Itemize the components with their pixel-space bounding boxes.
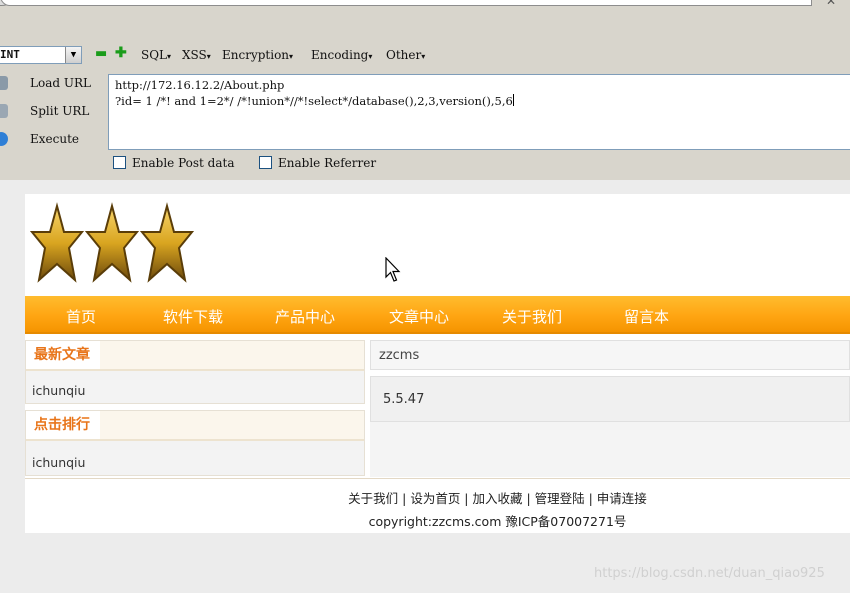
nav-about[interactable]: 关于我们: [502, 306, 562, 327]
content-filler: [370, 422, 850, 477]
version-box: 5.5.47: [370, 376, 850, 422]
mouse-cursor-icon: [385, 257, 401, 282]
other-menu-label: Other: [386, 48, 422, 62]
browser-chrome: ✕ INT ▼ ▬ ✚ SQL▾ XSS▾ Encryption▾ Encodi…: [0, 0, 850, 180]
xss-menu-label: XSS: [182, 48, 207, 62]
execute-icon: [0, 132, 8, 146]
main-nav: 首页 软件下载 产品中心 文章中心 关于我们 留言本: [25, 296, 850, 334]
nav-articles[interactable]: 文章中心: [389, 306, 449, 327]
encryption-menu-label: Encryption: [222, 48, 290, 62]
nav-home[interactable]: 首页: [66, 306, 96, 327]
url-line-1: http://172.16.12.2/About.php: [115, 78, 285, 92]
nav-products[interactable]: 产品中心: [275, 306, 335, 327]
latest-articles-title: 最新文章: [26, 341, 100, 369]
referrer-checkbox-box[interactable]: [259, 156, 272, 169]
address-bar[interactable]: [0, 0, 812, 6]
other-menu[interactable]: Other▾: [386, 48, 425, 62]
top-clicks-box: 点击排行 ichunqiu: [25, 410, 365, 476]
database-name-box: zzcms: [370, 340, 850, 370]
latest-articles-box: 最新文章 ichunqiu: [25, 340, 365, 404]
window-controls[interactable]: ✕: [826, 0, 836, 8]
star-icon: [139, 202, 195, 283]
encoding-menu-label: Encoding: [311, 48, 369, 62]
encryption-menu[interactable]: Encryption▾: [222, 48, 293, 62]
load-url-icon: [0, 76, 8, 90]
hackbar-toolbar: INT ▼ ▬ ✚ SQL▾ XSS▾ Encryption▾ Encoding…: [0, 44, 850, 66]
execute-label: Execute: [30, 132, 80, 146]
url-line-2: ?id= 1 /*! and 1=2*/ /*!union*//*!select…: [115, 94, 513, 108]
encoding-menu[interactable]: Encoding▾: [311, 48, 372, 62]
site-logo: [29, 202, 195, 283]
nav-downloads[interactable]: 软件下载: [163, 306, 223, 327]
database-version: 5.5.47: [383, 392, 425, 407]
sidebar: 最新文章 ichunqiu 点击排行 ichunqiu: [25, 340, 365, 476]
star-icon: [29, 202, 85, 283]
latest-articles-header: 最新文章: [26, 341, 364, 371]
watermark: https://blog.csdn.net/duan_qiao925: [594, 566, 825, 581]
text-caret: [512, 94, 514, 106]
xss-menu[interactable]: XSS▾: [182, 48, 211, 62]
sql-menu-label: SQL: [141, 48, 168, 62]
nav-guestbook[interactable]: 留言本: [624, 306, 669, 327]
footer-links[interactable]: 关于我们 | 设为首页 | 加入收藏 | 管理登陆 | 申请连接: [25, 488, 850, 507]
top-click-link[interactable]: ichunqiu: [32, 455, 85, 470]
site-header: [25, 194, 850, 296]
decrease-icon[interactable]: ▬: [95, 46, 107, 61]
increase-icon[interactable]: ✚: [115, 45, 127, 61]
post-checkbox-box[interactable]: [113, 156, 126, 169]
chevron-down-icon[interactable]: ▼: [65, 47, 81, 63]
latest-article-link[interactable]: ichunqiu: [32, 383, 85, 398]
copyright-text: copyright:zzcms.com 豫ICP备07007271号: [368, 514, 627, 529]
enable-referrer-label: Enable Referrer: [278, 156, 377, 170]
injection-type-value: INT: [0, 48, 20, 61]
site-footer: 关于我们 | 设为首页 | 加入收藏 | 管理登陆 | 申请连接 copyrig…: [25, 478, 850, 533]
split-url-icon: [0, 104, 8, 118]
web-page: 首页 软件下载 产品中心 文章中心 关于我们 留言本 最新文章 ichunqiu…: [25, 194, 850, 533]
star-icon: [84, 202, 140, 283]
database-name: zzcms: [379, 348, 420, 363]
injection-type-select[interactable]: INT ▼: [0, 46, 82, 64]
url-editor-textarea[interactable]: http://172.16.12.2/About.php ?id= 1 /*! …: [108, 74, 850, 150]
enable-post-label: Enable Post data: [132, 156, 235, 170]
sql-menu[interactable]: SQL▾: [141, 48, 171, 62]
split-url-label: Split URL: [30, 104, 90, 118]
load-url-label: Load URL: [30, 76, 91, 90]
top-clicks-header: 点击排行: [26, 411, 364, 441]
top-clicks-title: 点击排行: [26, 411, 100, 439]
